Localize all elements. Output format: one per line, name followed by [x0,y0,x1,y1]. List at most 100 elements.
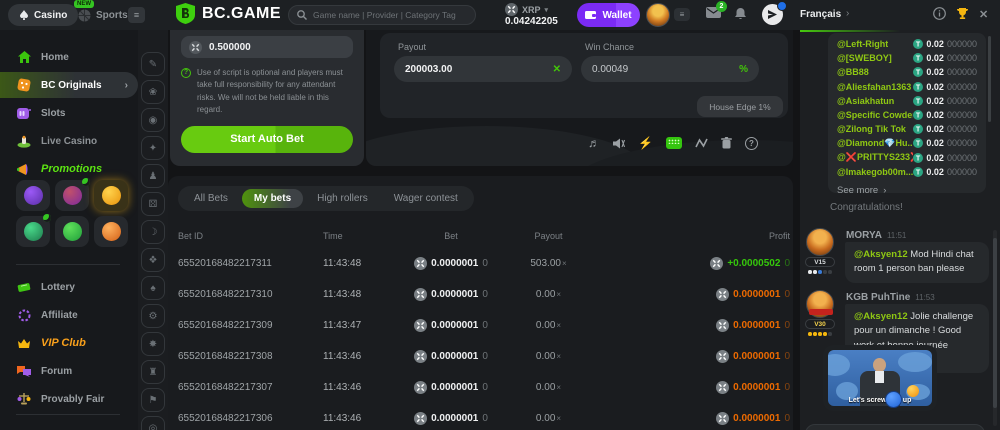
winner-row[interactable]: @Aliesfahan1363 T0.02000000 [828,80,986,94]
winner-username[interactable]: @Asiakhatun [837,96,894,106]
winner-username[interactable]: @Specific Cowden [837,110,913,120]
winner-row[interactable]: @BB88 T0.02000000 [828,65,986,79]
search-bar[interactable]: Game name | Provider | Category Tag [288,5,476,25]
winner-row[interactable]: @Specific Cowden T0.02000000 [828,108,986,122]
mention[interactable]: @Aksyen12 [854,311,908,322]
game-tower-icon[interactable]: ♜ [141,360,165,384]
game-rocket-icon[interactable]: ✎ [141,52,165,76]
avatar[interactable] [806,290,834,318]
winners-scrollbar[interactable] [988,36,991,122]
winner-username[interactable]: @Aliesfahan1363 [837,82,911,92]
casino-tab[interactable]: Casino [8,4,78,26]
chat-rules-button[interactable] [933,7,946,20]
bcgame-logo[interactable]: BC.GAME [176,3,281,24]
tab-high-rollers[interactable]: High rollers [305,189,380,208]
chat-username[interactable]: MORYA11:51 [846,230,906,241]
game-hat-icon[interactable]: ♟ [141,164,165,188]
sidebar-item-promotions[interactable]: Promotions [0,156,138,182]
winner-username[interactable]: @❌PRITTYS233❌ [837,152,913,163]
chat-username[interactable]: KGB PuhTine11:53 [846,292,935,303]
winner-username[interactable]: @Left-Right [837,39,888,49]
sidebar-item-lottery[interactable]: Lottery [0,274,138,300]
mention[interactable]: @Aksyen12 [854,249,908,260]
sidebar-item-live-casino[interactable]: Live Casino [0,128,138,154]
table-row[interactable]: 65520168482217311 11:43:48 0.00000010 50… [178,248,790,279]
tab-all-bets[interactable]: All Bets [182,189,240,208]
winner-username[interactable]: @Imakegob00m... [837,167,913,177]
winner-row[interactable]: @Imakegob00m... T0.02000000 [828,165,986,179]
notifications-button[interactable] [734,7,747,20]
game-burst-icon[interactable]: ✸ [141,332,165,356]
winner-row[interactable]: @❌PRITTYS233❌ T0.02000000 [828,151,986,165]
dart-spin-promo-icon[interactable] [16,180,50,211]
table-row[interactable]: 65520168482217308 11:43:46 0.00000010 0.… [178,341,790,372]
win-chance-input[interactable]: 0.00049 % [581,56,759,82]
payout-input[interactable]: 200003.00 ✕ [394,56,572,82]
hotkeys-icon[interactable] [666,137,682,149]
music-toggle-icon[interactable]: ♬ [588,136,600,150]
game-spade-icon[interactable]: ♠ [141,276,165,300]
contest-button[interactable] [956,7,969,20]
winner-username[interactable]: @Diamond💎Hu... [837,138,913,149]
winner-username[interactable]: @[SWEBOY] [837,53,892,63]
game-plinko-icon[interactable]: ❀ [141,80,165,104]
game-dice-icon[interactable]: ⚄ [141,192,165,216]
bets-table: Bet ID Time Bet Payout Profit 6552016848… [178,224,790,430]
stats-trash-icon[interactable] [721,137,732,149]
close-chat-icon[interactable]: ✕ [979,8,988,21]
tab-my-bets[interactable]: My bets [242,189,303,208]
tab-wager-contest[interactable]: Wager contest [382,189,470,208]
game-moon-icon[interactable]: ☽ [141,220,165,244]
winner-amount: T0.02000000 [913,96,977,106]
winner-row[interactable]: @Zilong Tik Tok T0.02000000 [828,122,986,136]
turbo-bolt-icon[interactable]: ⚡ [638,136,653,150]
language-selector[interactable]: Français [800,9,841,20]
lucky-wheel-promo-icon[interactable] [55,180,89,211]
chat-input[interactable] [805,424,985,430]
more-menu-button[interactable]: ≡ [128,7,145,23]
trends-icon[interactable] [695,138,708,148]
user-avatar[interactable] [646,3,670,27]
see-more-link[interactable]: See more › [828,179,986,193]
game-target-icon[interactable]: ◎ [141,416,165,430]
start-auto-bet-button[interactable]: Start Auto Bet [181,126,353,153]
winner-amount: T0.02000000 [913,153,977,163]
chevron-right-icon: › [883,185,886,193]
game-flag-icon[interactable]: ⚑ [141,388,165,412]
chat-scrollbar-thumb[interactable] [993,238,997,408]
table-row[interactable]: 65520168482217307 11:43:46 0.00000010 0.… [178,372,790,403]
winner-username[interactable]: @BB88 [837,67,869,77]
sidebar-item-vip-club[interactable]: VIP Club [0,330,138,356]
winner-row[interactable]: @Diamond💎Hu... T0.02000000 [828,136,986,150]
winner-username[interactable]: @Zilong Tik Tok [837,124,906,134]
winner-row[interactable]: @[SWEBOY] T0.02000000 [828,51,986,65]
rocket-promo-icon[interactable] [16,216,50,247]
avatar[interactable] [806,228,834,256]
game-wheel-icon[interactable]: ◉ [141,108,165,132]
sidebar-item-forum[interactable]: Forum [0,358,138,384]
game-mines-icon[interactable]: ✦ [141,136,165,160]
winner-row[interactable]: @Asiakhatun T0.02000000 [828,94,986,108]
sidebar-item-affiliate[interactable]: Affiliate [0,302,138,328]
coin-person-promo-icon[interactable] [94,216,128,247]
winner-row[interactable]: @Left-Right T0.02000000 [828,37,986,51]
wallet-button[interactable]: Wallet [577,3,640,27]
game-gem-icon[interactable]: ❖ [141,248,165,272]
table-row[interactable]: 65520168482217310 11:43:48 0.00000010 0.… [178,279,790,310]
balance-selector[interactable]: XRP ▾ 0.04242205 [505,3,558,27]
sound-toggle-icon[interactable] [613,138,625,149]
game-gear-icon[interactable]: ⚙ [141,304,165,328]
table-row[interactable]: 65520168482217309 11:43:47 0.00000010 0.… [178,310,790,341]
bet-amount-input[interactable]: 0.500000 [181,36,353,58]
profile-menu-button[interactable]: ≡ [674,8,690,21]
sidebar-item-slots[interactable]: Slots [0,100,138,126]
cash-tag-promo-icon[interactable] [55,216,89,247]
xrp-coin-icon [414,288,427,301]
help-icon[interactable]: ? [745,137,758,150]
table-row[interactable]: 65520168482217306 11:43:46 0.00000010 0.… [178,403,790,430]
sidebar-item-home[interactable]: Home [0,44,138,70]
piggy-bank-promo-icon[interactable] [94,180,128,211]
sidebar-item-bc-originals[interactable]: BC Originals › [0,72,138,98]
sidebar-item-provably-fair[interactable]: Provably Fair [0,386,138,412]
chat-image-message[interactable]: Let's screw this up [823,345,937,411]
